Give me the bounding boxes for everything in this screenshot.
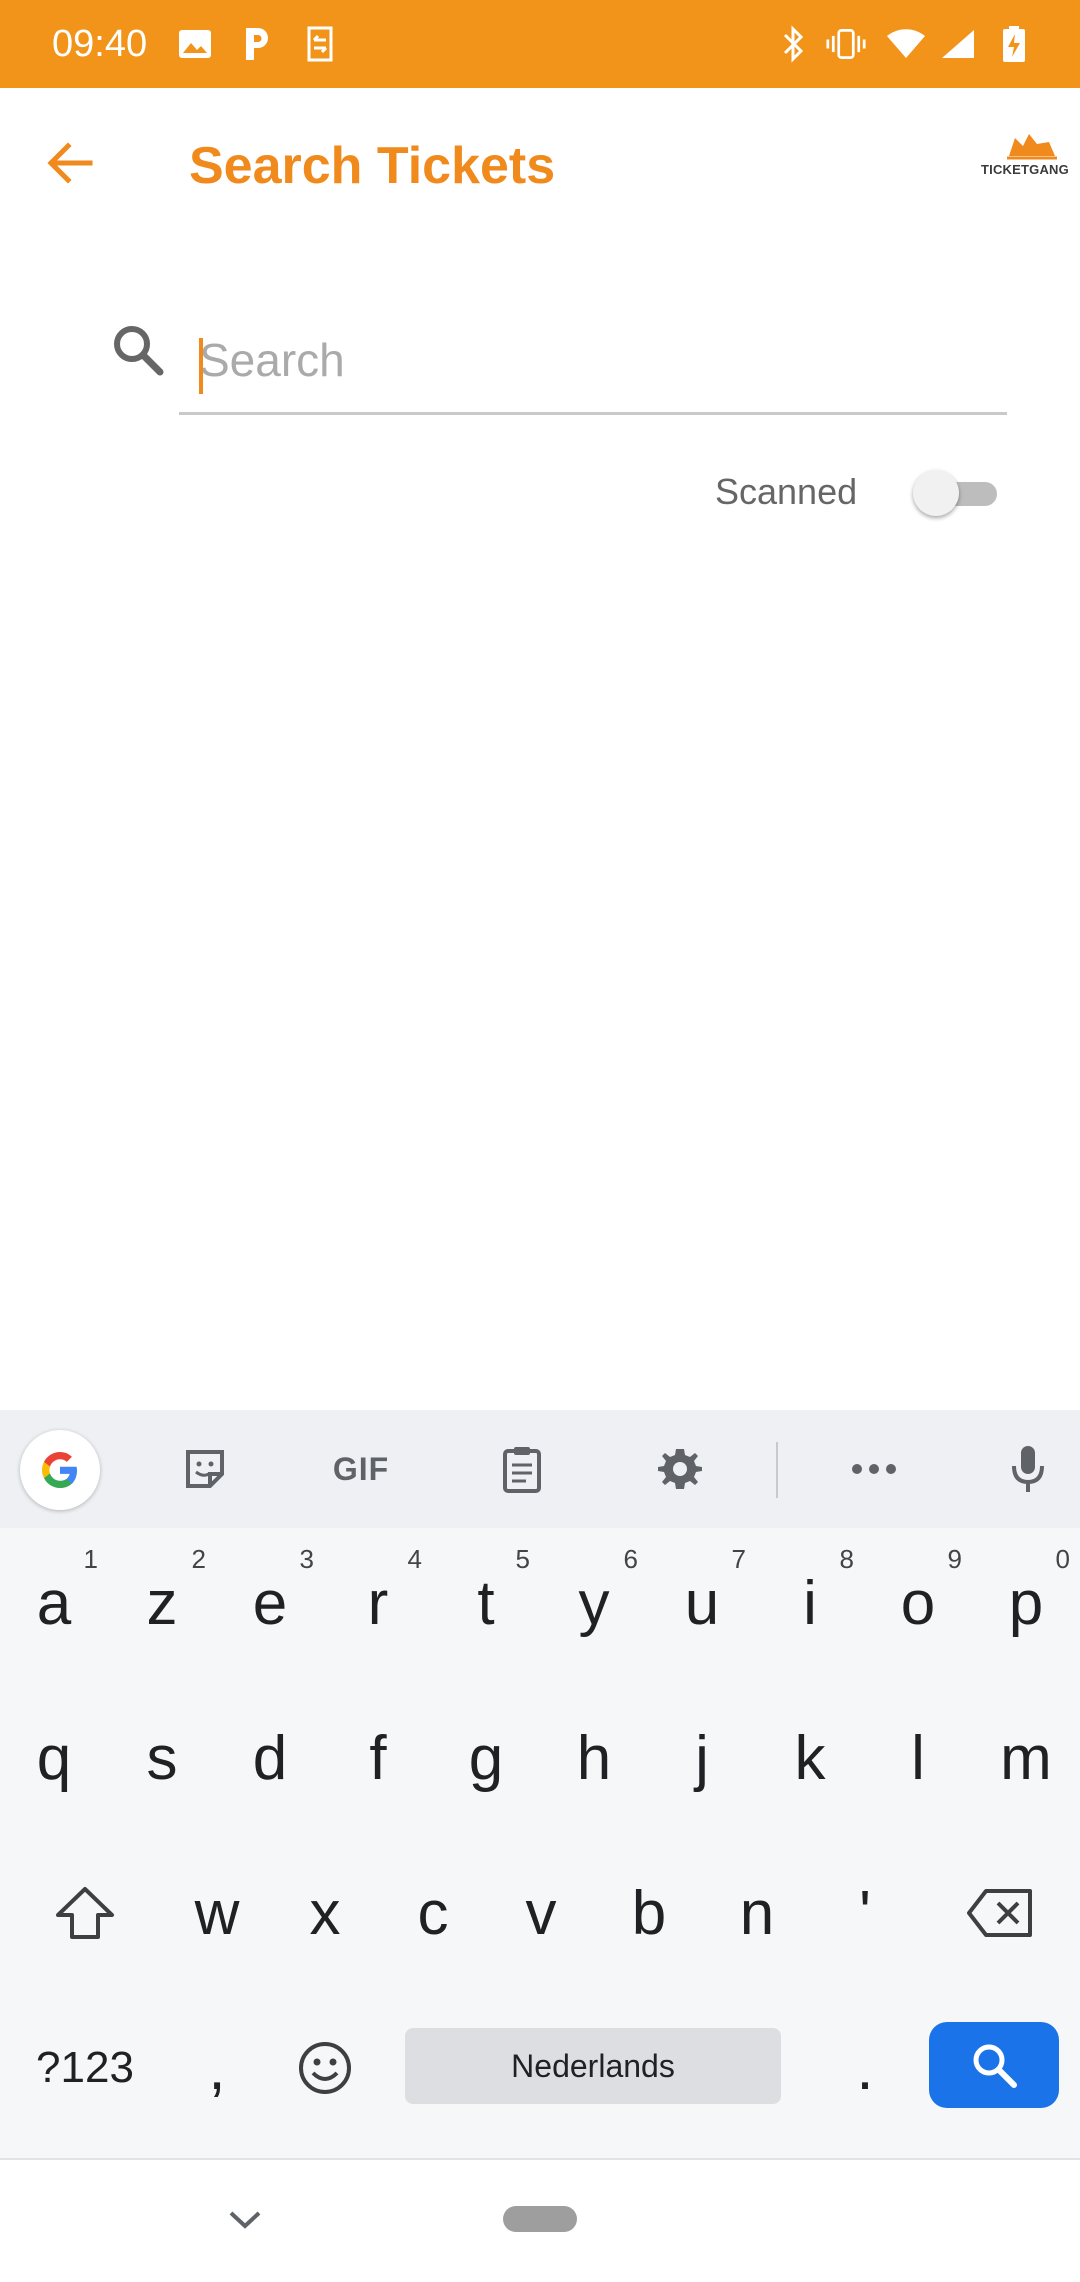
toolbar-divider [776, 1442, 778, 1498]
key-r[interactable]: r4 [324, 1528, 432, 1678]
key-a[interactable]: a1 [0, 1528, 108, 1678]
clipboard-icon[interactable] [482, 1432, 562, 1506]
nfc-tag-icon [300, 22, 340, 66]
more-icon[interactable] [834, 1432, 914, 1506]
search-icon [973, 2044, 1017, 2088]
key-o[interactable]: o9 [864, 1528, 972, 1678]
signal-icon [938, 22, 978, 66]
image-icon [175, 22, 215, 66]
key-e[interactable]: e3 [216, 1528, 324, 1678]
gif-label: GIF [332, 1450, 390, 1487]
key-m[interactable]: m [972, 1683, 1080, 1833]
search-input[interactable] [197, 324, 981, 396]
bluetooth-icon [774, 22, 814, 66]
key-x[interactable]: x [271, 1838, 379, 1988]
app-bar: Search Tickets TICKETGANG [0, 88, 1080, 238]
key-y[interactable]: y6 [540, 1528, 648, 1678]
chevron-down-icon [229, 2211, 261, 2229]
emoji-key[interactable] [271, 1993, 379, 2143]
hide-keyboard-button[interactable] [215, 2200, 275, 2240]
toggle-thumb [913, 470, 959, 516]
google-icon[interactable] [20, 1430, 100, 1510]
arrow-left-icon [47, 142, 93, 184]
search-icon [114, 326, 164, 376]
key-n[interactable]: n [703, 1838, 811, 1988]
text-cursor [199, 338, 203, 394]
key-d[interactable]: d [216, 1683, 324, 1833]
key-w[interactable]: w [163, 1838, 271, 1988]
vibrate-icon [826, 22, 866, 66]
search-field[interactable] [179, 312, 1007, 415]
key-area: a1 z2 e3 r4 t5 y6 u7 i8 o9 p0 q s d f g … [0, 1528, 1080, 2158]
symbols-key[interactable]: ?123 [10, 1993, 160, 2143]
key-f[interactable]: f [324, 1683, 432, 1833]
ticketgang-logo: TICKETGANG [975, 128, 1069, 188]
key-z[interactable]: z2 [108, 1528, 216, 1678]
scanned-label: Scanned [715, 471, 858, 512]
home-pill[interactable] [503, 2206, 577, 2232]
back-button[interactable] [30, 123, 110, 203]
period-key[interactable]: . [811, 1993, 919, 2143]
key-h[interactable]: h [540, 1683, 648, 1833]
key-p[interactable]: p0 [972, 1528, 1080, 1678]
mic-icon[interactable] [988, 1432, 1068, 1506]
shift-icon [56, 1887, 114, 1939]
key-apostrophe[interactable]: ' [811, 1838, 919, 1988]
shift-key[interactable] [0, 1838, 170, 1988]
logo-text: TICKETGANG [981, 162, 1069, 177]
parking-icon [238, 22, 278, 66]
key-g[interactable]: g [432, 1683, 540, 1833]
backspace-key[interactable] [920, 1838, 1080, 1988]
scanned-toggle[interactable] [913, 468, 1003, 518]
settings-icon[interactable] [640, 1432, 720, 1506]
space-key[interactable]: Nederlands [405, 2028, 781, 2104]
wifi-icon [886, 22, 926, 66]
key-b[interactable]: b [595, 1838, 703, 1988]
gif-button[interactable]: GIF [321, 1432, 401, 1506]
key-q[interactable]: q [0, 1683, 108, 1833]
key-l[interactable]: l [864, 1683, 972, 1833]
key-u[interactable]: u7 [648, 1528, 756, 1678]
backspace-icon [967, 1889, 1032, 1937]
keyboard: GIF a1 z2 e3 r4 t5 y6 u7 i8 o9 p0 q s d … [0, 1410, 1080, 2158]
key-v[interactable]: v [487, 1838, 595, 1988]
key-i[interactable]: i8 [756, 1528, 864, 1678]
navigation-bar [0, 2158, 1080, 2282]
keyboard-toolbar: GIF [0, 1410, 1080, 1528]
key-c[interactable]: c [379, 1838, 487, 1988]
key-s[interactable]: s [108, 1683, 216, 1833]
key-t[interactable]: t5 [432, 1528, 540, 1678]
key-k[interactable]: k [756, 1683, 864, 1833]
battery-charging-icon [994, 22, 1034, 66]
status-time: 09:40 [52, 23, 148, 65]
sticker-icon[interactable] [165, 1432, 245, 1506]
search-action-key[interactable] [929, 2022, 1059, 2108]
page-title: Search Tickets [189, 137, 556, 195]
key-j[interactable]: j [648, 1683, 756, 1833]
comma-key[interactable]: , [163, 1993, 271, 2143]
emoji-icon [299, 2042, 351, 2094]
status-bar: 09:40 [0, 0, 1080, 88]
